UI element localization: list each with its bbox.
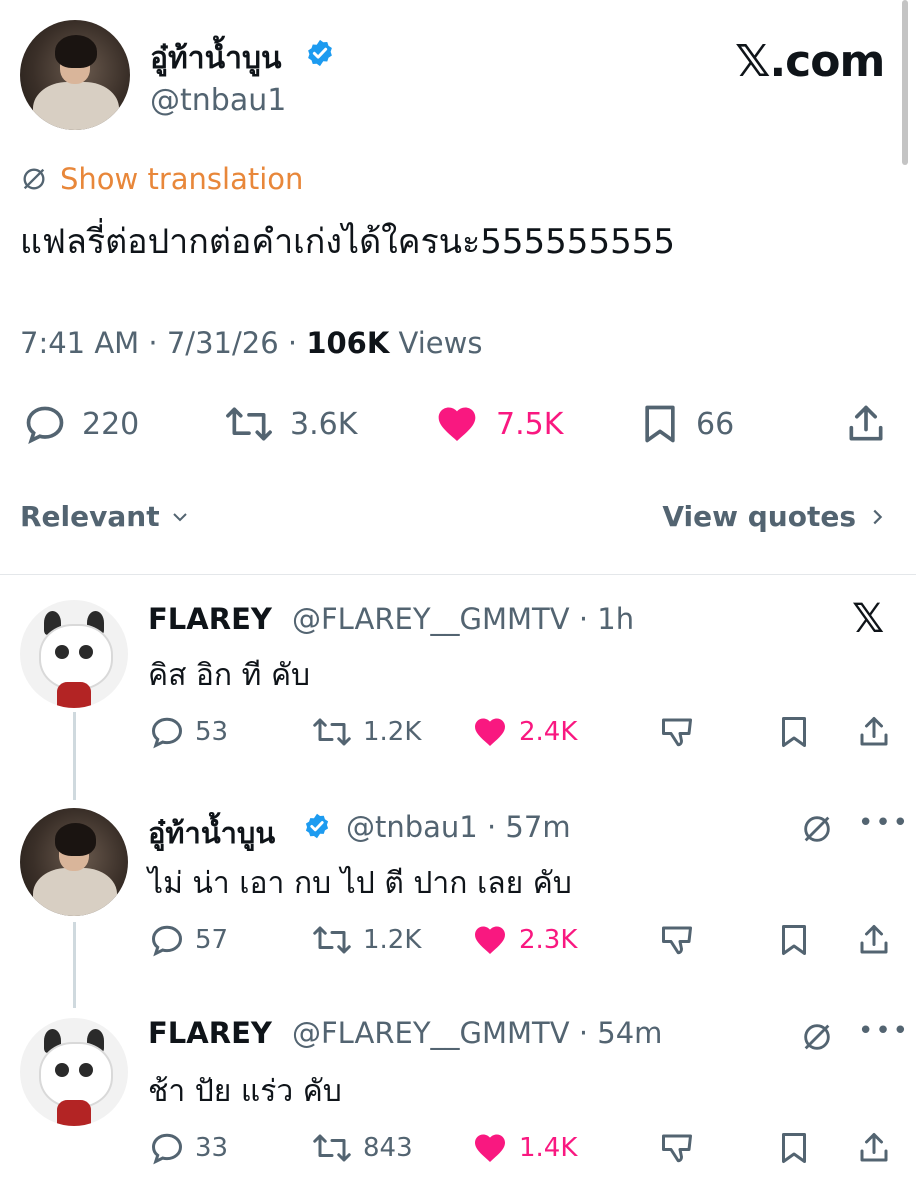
chevron-right-icon [873, 509, 883, 524]
thread-line [73, 712, 76, 800]
reply-count: 33 [195, 1133, 229, 1163]
tweet-time[interactable]: 7:41 AM [20, 326, 139, 360]
reply-icon [151, 925, 183, 957]
heart-icon [438, 407, 476, 442]
reply-text: ไม่ น่า เอา กบ ไป ตี ปาก เลย คับ [148, 866, 572, 901]
view-quotes-link[interactable]: View quotes [662, 500, 888, 533]
x-brand-logo: 𝕏.com [735, 36, 885, 87]
bookmark-button[interactable]: 66 [638, 402, 734, 446]
bookmark-icon[interactable] [776, 922, 812, 958]
views-count: 106K [306, 326, 390, 360]
downvote-icon[interactable] [658, 922, 696, 958]
verified-badge-icon [308, 39, 332, 67]
heart-icon [475, 718, 505, 746]
repost-icon [313, 1134, 351, 1162]
like-button[interactable]: 2.3K [470, 922, 577, 958]
repost-button[interactable]: 1.2K [310, 922, 421, 958]
translate-icon [23, 168, 45, 190]
author-display-name[interactable]: อู๋ท้าน้ำบูน [150, 35, 282, 82]
bookmark-count: 66 [696, 406, 735, 442]
repost-count: 843 [363, 1133, 413, 1163]
x-logo-icon: 𝕏 [852, 596, 885, 642]
verified-badge-icon [305, 813, 329, 839]
share-icon[interactable] [856, 714, 892, 750]
reply-display-name[interactable]: FLAREY [148, 1016, 272, 1050]
reply-count: 53 [195, 717, 229, 747]
repost-button[interactable]: 3.6K [222, 402, 357, 446]
views-label: Views [398, 326, 483, 360]
heart-icon [475, 1134, 505, 1162]
reply-text: คิส อิก ที คับ [148, 658, 311, 693]
reply-icon [151, 717, 183, 749]
like-count: 2.3K [519, 925, 578, 955]
repost-button[interactable]: 1.2K [310, 714, 421, 750]
repost-count: 1.2K [363, 925, 422, 955]
reply-icon [151, 1133, 183, 1165]
reply-icon [26, 406, 64, 445]
share-icon[interactable] [844, 402, 888, 446]
translate-icon[interactable] [800, 1020, 834, 1054]
more-options-icon[interactable]: ••• [858, 808, 910, 838]
reply-text: ช้า ปัย แร่ว คับ [148, 1074, 342, 1109]
like-count: 1.4K [519, 1133, 578, 1163]
sort-dropdown[interactable]: Relevant [20, 500, 192, 533]
bookmark-icon [645, 405, 675, 443]
bookmark-icon[interactable] [776, 1130, 812, 1166]
reply-handle[interactable]: @FLAREY__GMMTV · 54m [292, 1016, 662, 1050]
downvote-icon[interactable] [658, 714, 696, 750]
scrollbar[interactable] [902, 0, 908, 165]
view-quotes-label: View quotes [662, 500, 856, 533]
downvote-icon[interactable] [658, 1130, 696, 1166]
reply-button[interactable]: 33 [148, 1130, 228, 1166]
heart-icon [475, 926, 505, 954]
reply-avatar[interactable] [20, 600, 128, 708]
like-count: 7.5K [496, 406, 564, 442]
reply-handle[interactable]: @FLAREY__GMMTV · 1h [292, 602, 634, 636]
repost-button[interactable]: 843 [310, 1130, 413, 1166]
repost-icon [226, 407, 272, 441]
reply-display-name[interactable]: FLAREY [148, 602, 272, 636]
author-avatar[interactable] [20, 20, 130, 130]
tweet-meta: 7:41 AM · 7/31/26 · 106K Views [20, 326, 483, 360]
share-icon[interactable] [856, 1130, 892, 1166]
share-icon[interactable] [856, 922, 892, 958]
divider [0, 574, 916, 575]
repost-count: 3.6K [290, 406, 358, 442]
reply-button[interactable]: 53 [148, 714, 228, 750]
repost-count: 1.2K [363, 717, 422, 747]
thread-line [73, 922, 76, 1008]
show-translation-link[interactable]: Show translation [20, 162, 303, 196]
repost-icon [313, 926, 351, 954]
translate-icon[interactable] [800, 812, 834, 846]
reply-display-name[interactable]: อู๋ท้าน้ำบูน [148, 810, 275, 856]
reply-button[interactable]: 220 [22, 402, 139, 446]
reply-avatar[interactable] [20, 808, 128, 916]
tweet-text: แฟลรี่ต่อปากต่อคำเก่งได้ใครนะ555555555 [20, 222, 675, 262]
like-button[interactable]: 1.4K [470, 1130, 577, 1166]
author-handle[interactable]: @tnbau1 [150, 83, 286, 118]
bookmark-icon[interactable] [776, 714, 812, 750]
show-translation-label[interactable]: Show translation [60, 162, 303, 196]
like-button[interactable]: 7.5K [432, 402, 563, 446]
repost-icon [313, 718, 351, 746]
reply-count: 220 [82, 406, 140, 442]
reply-button[interactable]: 57 [148, 922, 228, 958]
like-count: 2.4K [519, 717, 578, 747]
like-button[interactable]: 2.4K [470, 714, 577, 750]
more-options-icon[interactable]: ••• [858, 1016, 910, 1046]
reply-handle[interactable]: @tnbau1 · 57m [346, 810, 571, 844]
sort-label: Relevant [20, 500, 160, 533]
tweet-date[interactable]: 7/31/26 [167, 326, 279, 360]
chevron-down-icon [172, 512, 187, 521]
reply-count: 57 [195, 925, 229, 955]
reply-avatar[interactable] [20, 1018, 128, 1126]
